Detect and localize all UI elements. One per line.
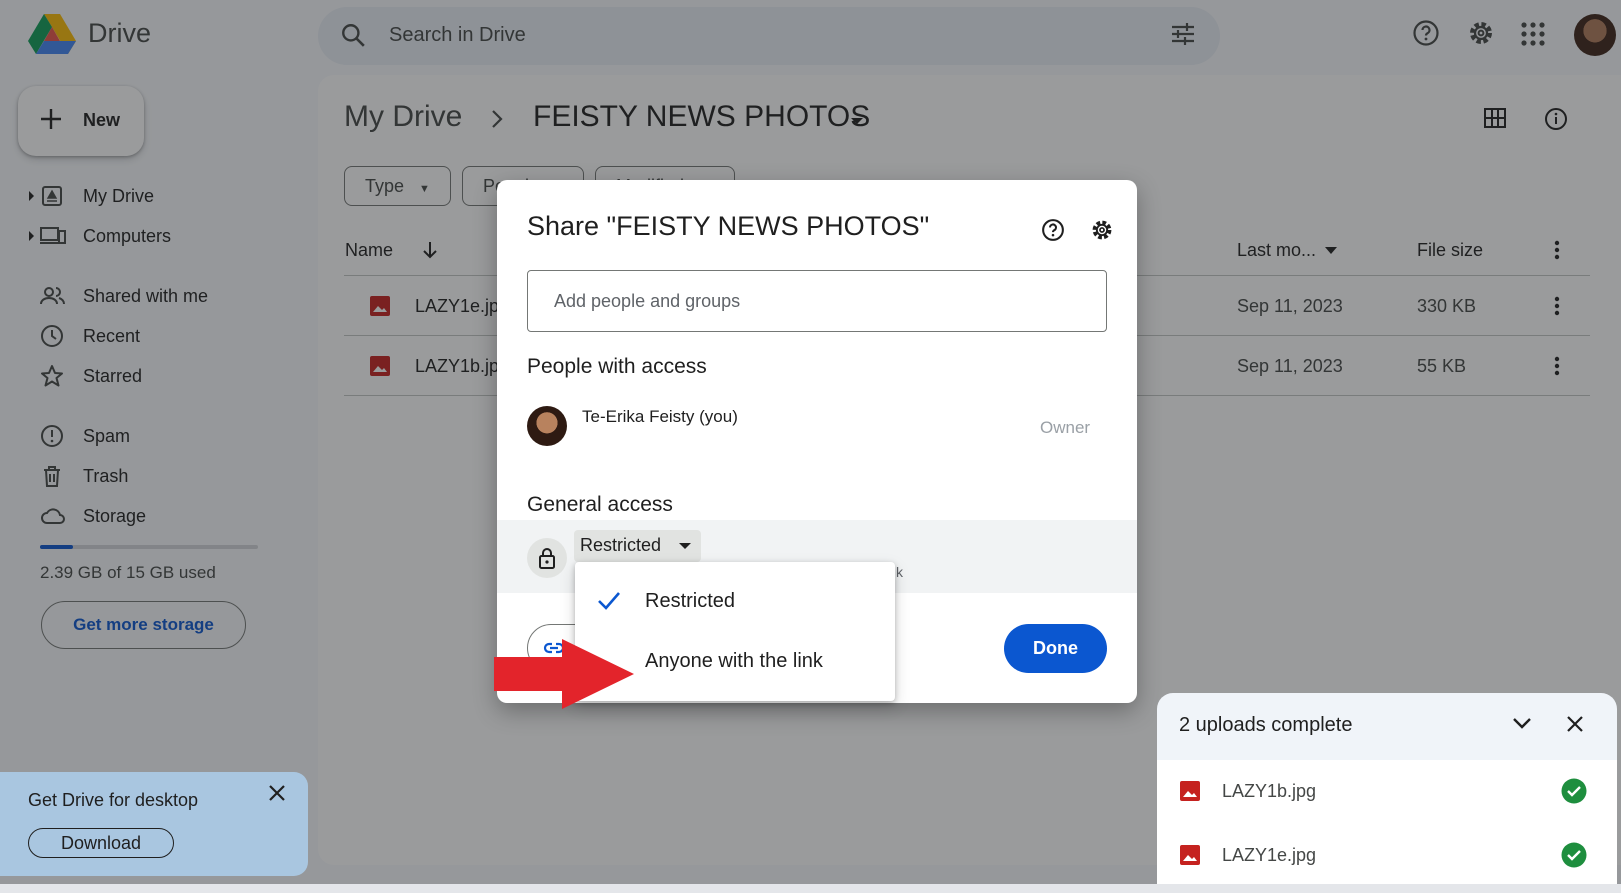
os-taskbar — [0, 884, 1621, 893]
download-button[interactable]: Download — [28, 828, 174, 858]
desktop-promo-card — [0, 772, 308, 876]
dropdown-caret-icon[interactable] — [679, 543, 691, 549]
image-file-icon — [1180, 845, 1200, 865]
menu-option-label: Restricted — [645, 590, 736, 612]
general-access-value: Restricted — [580, 535, 662, 555]
uploads-list — [1157, 760, 1617, 893]
lock-icon — [538, 547, 556, 569]
upload-file-name[interactable]: LAZY1e.jpg — [1222, 845, 1316, 866]
check-circle-icon — [1561, 842, 1587, 868]
person-name: Te-Erika Feisty (you) — [582, 407, 738, 426]
image-file-icon — [1180, 781, 1200, 801]
add-people-input[interactable] — [527, 270, 1107, 332]
menu-option-label: Anyone with the link — [645, 650, 823, 672]
people-with-access-title: People with access — [527, 355, 707, 378]
avatar — [527, 406, 567, 446]
person-role: Owner — [1040, 418, 1091, 437]
general-access-title: General access — [527, 493, 673, 516]
close-icon[interactable] — [1566, 715, 1584, 733]
red-arrow-annotation — [494, 639, 634, 709]
access-hint-text: k — [896, 564, 903, 580]
menu-option-restricted[interactable]: Restricted — [575, 572, 895, 630]
settings-icon[interactable] — [1090, 218, 1114, 242]
dialog-title: Share "FEISTY NEWS PHOTOS" — [527, 211, 930, 241]
done-button[interactable]: Done — [1004, 624, 1107, 673]
uploads-title: 2 uploads complete — [1179, 714, 1353, 736]
close-icon[interactable] — [268, 784, 286, 802]
chevron-down-icon[interactable] — [1512, 716, 1532, 730]
help-icon[interactable] — [1041, 218, 1065, 242]
promo-title: Get Drive for desktop — [28, 790, 199, 810]
upload-file-name[interactable]: LAZY1b.jpg — [1222, 781, 1316, 802]
check-circle-icon — [1561, 778, 1587, 804]
check-icon — [597, 590, 621, 612]
